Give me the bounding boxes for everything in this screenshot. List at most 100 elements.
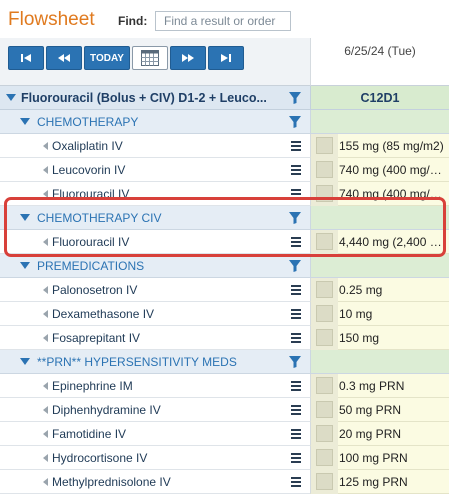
checkbox[interactable] <box>316 329 333 346</box>
value-cell[interactable]: 155 mg (85 mg/m2) <box>310 134 449 158</box>
menu-icon[interactable] <box>291 165 301 175</box>
list-item[interactable]: Diphenhydramine IV 50 mg PRN <box>0 398 449 422</box>
checkbox[interactable] <box>316 401 333 418</box>
menu-icon[interactable] <box>291 141 301 151</box>
menu-icon[interactable] <box>291 453 301 463</box>
expand-arrow-icon[interactable] <box>43 382 48 390</box>
expand-arrow-icon[interactable] <box>43 286 48 294</box>
cell-value: 155 mg (85 mg/m2) <box>339 139 444 153</box>
filter-icon[interactable] <box>289 212 301 224</box>
value-cell[interactable]: 10 mg <box>310 302 449 326</box>
expand-arrow-icon[interactable] <box>43 310 48 318</box>
list-item[interactable]: Oxaliplatin IV 155 mg (85 mg/m2) <box>0 134 449 158</box>
navigation-toolbar: TODAY <box>0 38 310 86</box>
date-column-header[interactable]: 6/25/24 (Tue) <box>310 38 449 86</box>
menu-icon[interactable] <box>291 333 301 343</box>
group-header-premedications[interactable]: PREMEDICATIONS <box>0 254 449 278</box>
menu-icon[interactable] <box>291 237 301 247</box>
first-page-icon <box>21 54 31 62</box>
collapse-caret-icon[interactable] <box>20 214 30 221</box>
value-cell[interactable]: 100 mg PRN <box>310 446 449 470</box>
value-cell[interactable]: 0.25 mg <box>310 278 449 302</box>
cell-value: 0.25 mg <box>339 283 383 297</box>
item-label: Famotidine IV <box>52 427 127 441</box>
cell-value: 740 mg (400 mg/m2) <box>339 163 447 177</box>
value-cell[interactable]: 740 mg (400 mg/m2) <box>310 182 449 206</box>
expand-arrow-icon[interactable] <box>43 190 48 198</box>
menu-icon[interactable] <box>291 477 301 487</box>
value-cell[interactable]: 0.3 mg PRN <box>310 374 449 398</box>
cell-value: 150 mg <box>339 331 380 345</box>
list-item[interactable]: Leucovorin IV 740 mg (400 mg/m2) <box>0 158 449 182</box>
next-page-button[interactable] <box>170 46 206 70</box>
cell-value: 10 mg <box>339 307 373 321</box>
item-label: Epinephrine IM <box>52 379 133 393</box>
expand-arrow-icon[interactable] <box>43 406 48 414</box>
value-cell[interactable]: 50 mg PRN <box>310 398 449 422</box>
group-header-chemotherapy-civ[interactable]: CHEMOTHERAPY CIV <box>0 206 449 230</box>
today-button[interactable]: TODAY <box>84 46 130 70</box>
checkbox[interactable] <box>316 473 333 490</box>
checkbox[interactable] <box>316 305 333 322</box>
collapse-caret-icon[interactable] <box>20 118 30 125</box>
list-item[interactable]: Epinephrine IM 0.3 mg PRN <box>0 374 449 398</box>
value-cell[interactable]: 4,440 mg (2,400 m... <box>310 230 449 254</box>
menu-icon[interactable] <box>291 285 301 295</box>
expand-arrow-icon[interactable] <box>43 430 48 438</box>
checkbox[interactable] <box>316 281 333 298</box>
checkbox[interactable] <box>316 449 333 466</box>
collapse-caret-icon[interactable] <box>20 262 30 269</box>
filter-icon[interactable] <box>289 116 301 128</box>
regimen-row[interactable]: Fluorouracil (Bolus + CIV) D1-2 + Leuco.… <box>0 86 449 110</box>
checkbox[interactable] <box>316 425 333 442</box>
find-input[interactable] <box>155 11 291 31</box>
group-label: PREMEDICATIONS <box>37 259 145 273</box>
list-item[interactable]: Fluorouracil IV 4,440 mg (2,400 m... <box>0 230 449 254</box>
item-label: Hydrocortisone IV <box>52 451 148 465</box>
item-label: Diphenhydramine IV <box>52 403 161 417</box>
list-item[interactable]: Hydrocortisone IV 100 mg PRN <box>0 446 449 470</box>
value-cell[interactable]: 20 mg PRN <box>310 422 449 446</box>
list-item[interactable]: Famotidine IV 20 mg PRN <box>0 422 449 446</box>
checkbox[interactable] <box>316 233 333 250</box>
collapse-caret-icon[interactable] <box>20 358 30 365</box>
item-label: Leucovorin IV <box>52 163 126 177</box>
group-header-prn-hypersensitivity-meds[interactable]: **PRN** HYPERSENSITIVITY MEDS <box>0 350 449 374</box>
first-page-button[interactable] <box>8 46 44 70</box>
menu-icon[interactable] <box>291 381 301 391</box>
value-cell[interactable]: 150 mg <box>310 326 449 350</box>
expand-arrow-icon[interactable] <box>43 334 48 342</box>
group-header-chemotherapy[interactable]: CHEMOTHERAPY <box>0 110 449 134</box>
list-item[interactable]: Methylprednisolone IV 125 mg PRN <box>0 470 449 494</box>
menu-icon[interactable] <box>291 405 301 415</box>
checkbox[interactable] <box>316 377 333 394</box>
cell-value: 50 mg PRN <box>339 403 402 417</box>
collapse-caret-icon[interactable] <box>6 94 16 101</box>
filter-icon[interactable] <box>289 356 301 368</box>
expand-arrow-icon[interactable] <box>43 166 48 174</box>
checkbox[interactable] <box>316 137 333 154</box>
menu-icon[interactable] <box>291 429 301 439</box>
item-label: Methylprednisolone IV <box>52 475 171 489</box>
filter-icon[interactable] <box>289 260 301 272</box>
checkbox[interactable] <box>316 185 333 202</box>
expand-arrow-icon[interactable] <box>43 454 48 462</box>
previous-page-button[interactable] <box>46 46 82 70</box>
previous-page-icon <box>58 54 70 62</box>
last-page-button[interactable] <box>208 46 244 70</box>
calendar-icon <box>141 50 159 66</box>
list-item[interactable]: Palonosetron IV 0.25 mg <box>0 278 449 302</box>
checkbox[interactable] <box>316 161 333 178</box>
expand-arrow-icon[interactable] <box>43 478 48 486</box>
menu-icon[interactable] <box>291 189 301 199</box>
value-cell[interactable]: 740 mg (400 mg/m2) <box>310 158 449 182</box>
list-item[interactable]: Dexamethasone IV 10 mg <box>0 302 449 326</box>
calendar-button[interactable] <box>132 46 168 70</box>
list-item[interactable]: Fosaprepitant IV 150 mg <box>0 326 449 350</box>
filter-icon[interactable] <box>289 92 301 104</box>
value-cell[interactable]: 125 mg PRN <box>310 470 449 494</box>
expand-arrow-icon[interactable] <box>43 238 48 246</box>
expand-arrow-icon[interactable] <box>43 142 48 150</box>
menu-icon[interactable] <box>291 309 301 319</box>
list-item[interactable]: Fluorouracil IV 740 mg (400 mg/m2) <box>0 182 449 206</box>
